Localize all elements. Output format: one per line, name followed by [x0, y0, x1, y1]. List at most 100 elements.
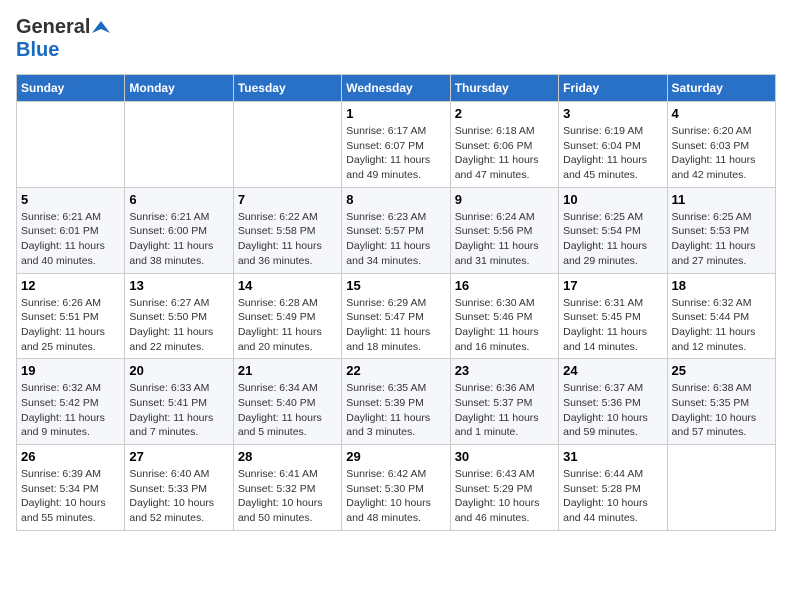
calendar-cell: 18 Sunrise: 6:32 AM Sunset: 5:44 PM Dayli… — [667, 273, 775, 359]
weekday-header: Wednesday — [342, 75, 450, 102]
calendar-week-row: 26Sunrise: 6:39 AM Sunset: 5:34 PM Dayli… — [17, 445, 776, 531]
calendar-cell: 27Sunrise: 6:40 AM Sunset: 5:33 PM Dayli… — [125, 445, 233, 531]
day-number: 16 — [455, 278, 554, 293]
day-info: Sunrise: 6:44 AM Sunset: 5:28 PM Dayligh… — [563, 467, 662, 526]
logo-general-text: General — [16, 16, 90, 39]
day-number: 8 — [346, 192, 445, 207]
day-number: 7 — [238, 192, 337, 207]
calendar-cell: 7 Sunrise: 6:22 AM Sunset: 5:58 PM Daylig… — [233, 187, 341, 273]
calendar-cell: 4 Sunrise: 6:20 AM Sunset: 6:03 PM Daylig… — [667, 102, 775, 188]
day-info: Sunrise: 6:22 AM Sunset: 5:58 PM Dayligh… — [238, 210, 337, 269]
day-number: 19 — [21, 363, 120, 378]
day-info: Sunrise: 6:19 AM Sunset: 6:04 PM Dayligh… — [563, 124, 662, 183]
day-number: 28 — [238, 449, 337, 464]
calendar-cell — [233, 102, 341, 188]
day-number: 30 — [455, 449, 554, 464]
calendar-cell: 15 Sunrise: 6:29 AM Sunset: 5:47 PM Dayli… — [342, 273, 450, 359]
day-number: 13 — [129, 278, 228, 293]
calendar-header-row: SundayMondayTuesdayWednesdayThursdayFrid… — [17, 75, 776, 102]
calendar-cell: 25 Sunrise: 6:38 AM Sunset: 5:35 PM Dayli… — [667, 359, 775, 445]
day-info: Sunrise: 6:33 AM Sunset: 5:41 PM Dayligh… — [129, 381, 228, 440]
day-info: Sunrise: 6:39 AM Sunset: 5:34 PM Dayligh… — [21, 467, 120, 526]
calendar-cell: 19 Sunrise: 6:32 AM Sunset: 5:42 PM Dayli… — [17, 359, 125, 445]
calendar-cell: 28 Sunrise: 6:41 AM Sunset: 5:32 PM Dayli… — [233, 445, 341, 531]
day-info: Sunrise: 6:20 AM Sunset: 6:03 PM Dayligh… — [672, 124, 771, 183]
day-info: Sunrise: 6:28 AM Sunset: 5:49 PM Dayligh… — [238, 296, 337, 355]
calendar-cell: 13 Sunrise: 6:27 AM Sunset: 5:50 PM Dayli… — [125, 273, 233, 359]
day-info: Sunrise: 6:18 AM Sunset: 6:06 PM Dayligh… — [455, 124, 554, 183]
day-info: Sunrise: 6:38 AM Sunset: 5:35 PM Dayligh… — [672, 381, 771, 440]
calendar-cell: 17 Sunrise: 6:31 AM Sunset: 5:45 PM Dayli… — [559, 273, 667, 359]
calendar-week-row: 1 Sunrise: 6:17 AM Sunset: 6:07 PM Daylig… — [17, 102, 776, 188]
day-info: Sunrise: 6:37 AM Sunset: 5:36 PM Dayligh… — [563, 381, 662, 440]
calendar-cell: 26Sunrise: 6:39 AM Sunset: 5:34 PM Dayli… — [17, 445, 125, 531]
weekday-header: Friday — [559, 75, 667, 102]
calendar-cell: 16Sunrise: 6:30 AM Sunset: 5:46 PM Dayli… — [450, 273, 558, 359]
logo-blue-text: Blue — [16, 39, 59, 61]
day-number: 4 — [672, 106, 771, 121]
calendar-cell: 22 Sunrise: 6:35 AM Sunset: 5:39 PM Dayli… — [342, 359, 450, 445]
calendar-table: SundayMondayTuesdayWednesdayThursdayFrid… — [16, 74, 776, 531]
calendar-week-row: 19 Sunrise: 6:32 AM Sunset: 5:42 PM Dayli… — [17, 359, 776, 445]
day-info: Sunrise: 6:36 AM Sunset: 5:37 PM Dayligh… — [455, 381, 554, 440]
day-number: 11 — [672, 192, 771, 207]
calendar-cell — [125, 102, 233, 188]
day-number: 25 — [672, 363, 771, 378]
day-number: 5 — [21, 192, 120, 207]
day-number: 31 — [563, 449, 662, 464]
day-info: Sunrise: 6:42 AM Sunset: 5:30 PM Dayligh… — [346, 467, 445, 526]
day-info: Sunrise: 6:29 AM Sunset: 5:47 PM Dayligh… — [346, 296, 445, 355]
calendar-week-row: 5 Sunrise: 6:21 AM Sunset: 6:01 PM Daylig… — [17, 187, 776, 273]
day-number: 15 — [346, 278, 445, 293]
day-info: Sunrise: 6:34 AM Sunset: 5:40 PM Dayligh… — [238, 381, 337, 440]
calendar-cell: 30 Sunrise: 6:43 AM Sunset: 5:29 PM Dayli… — [450, 445, 558, 531]
day-number: 3 — [563, 106, 662, 121]
day-info: Sunrise: 6:35 AM Sunset: 5:39 PM Dayligh… — [346, 381, 445, 440]
day-number: 10 — [563, 192, 662, 207]
calendar-cell: 14Sunrise: 6:28 AM Sunset: 5:49 PM Dayli… — [233, 273, 341, 359]
day-info: Sunrise: 6:17 AM Sunset: 6:07 PM Dayligh… — [346, 124, 445, 183]
weekday-header: Monday — [125, 75, 233, 102]
day-number: 9 — [455, 192, 554, 207]
calendar-cell: 31 Sunrise: 6:44 AM Sunset: 5:28 PM Dayli… — [559, 445, 667, 531]
logo: General Blue — [16, 16, 110, 62]
calendar-cell — [17, 102, 125, 188]
calendar-cell: 9Sunrise: 6:24 AM Sunset: 5:56 PM Daylig… — [450, 187, 558, 273]
day-info: Sunrise: 6:25 AM Sunset: 5:54 PM Dayligh… — [563, 210, 662, 269]
day-info: Sunrise: 6:32 AM Sunset: 5:42 PM Dayligh… — [21, 381, 120, 440]
header: General Blue — [16, 16, 776, 62]
day-number: 1 — [346, 106, 445, 121]
day-number: 17 — [563, 278, 662, 293]
day-info: Sunrise: 6:41 AM Sunset: 5:32 PM Dayligh… — [238, 467, 337, 526]
calendar-cell: 29Sunrise: 6:42 AM Sunset: 5:30 PM Dayli… — [342, 445, 450, 531]
day-number: 12 — [21, 278, 120, 293]
day-info: Sunrise: 6:21 AM Sunset: 6:00 PM Dayligh… — [129, 210, 228, 269]
weekday-header: Saturday — [667, 75, 775, 102]
weekday-header: Sunday — [17, 75, 125, 102]
calendar-cell: 11 Sunrise: 6:25 AM Sunset: 5:53 PM Dayli… — [667, 187, 775, 273]
day-number: 22 — [346, 363, 445, 378]
day-number: 20 — [129, 363, 228, 378]
day-info: Sunrise: 6:27 AM Sunset: 5:50 PM Dayligh… — [129, 296, 228, 355]
calendar-cell: 5 Sunrise: 6:21 AM Sunset: 6:01 PM Daylig… — [17, 187, 125, 273]
day-number: 6 — [129, 192, 228, 207]
day-info: Sunrise: 6:21 AM Sunset: 6:01 PM Dayligh… — [21, 210, 120, 269]
calendar-cell: 21 Sunrise: 6:34 AM Sunset: 5:40 PM Dayli… — [233, 359, 341, 445]
weekday-header: Tuesday — [233, 75, 341, 102]
weekday-header: Thursday — [450, 75, 558, 102]
calendar-cell: 8Sunrise: 6:23 AM Sunset: 5:57 PM Daylig… — [342, 187, 450, 273]
calendar-cell: 2 Sunrise: 6:18 AM Sunset: 6:06 PM Daylig… — [450, 102, 558, 188]
calendar-week-row: 12 Sunrise: 6:26 AM Sunset: 5:51 PM Dayli… — [17, 273, 776, 359]
day-info: Sunrise: 6:40 AM Sunset: 5:33 PM Dayligh… — [129, 467, 228, 526]
day-info: Sunrise: 6:26 AM Sunset: 5:51 PM Dayligh… — [21, 296, 120, 355]
day-info: Sunrise: 6:43 AM Sunset: 5:29 PM Dayligh… — [455, 467, 554, 526]
day-info: Sunrise: 6:32 AM Sunset: 5:44 PM Dayligh… — [672, 296, 771, 355]
day-number: 18 — [672, 278, 771, 293]
day-info: Sunrise: 6:25 AM Sunset: 5:53 PM Dayligh… — [672, 210, 771, 269]
calendar-cell: 10 Sunrise: 6:25 AM Sunset: 5:54 PM Dayli… — [559, 187, 667, 273]
day-number: 2 — [455, 106, 554, 121]
day-number: 21 — [238, 363, 337, 378]
calendar-cell: 23Sunrise: 6:36 AM Sunset: 5:37 PM Dayli… — [450, 359, 558, 445]
calendar-cell: 12 Sunrise: 6:26 AM Sunset: 5:51 PM Dayli… — [17, 273, 125, 359]
day-info: Sunrise: 6:31 AM Sunset: 5:45 PM Dayligh… — [563, 296, 662, 355]
